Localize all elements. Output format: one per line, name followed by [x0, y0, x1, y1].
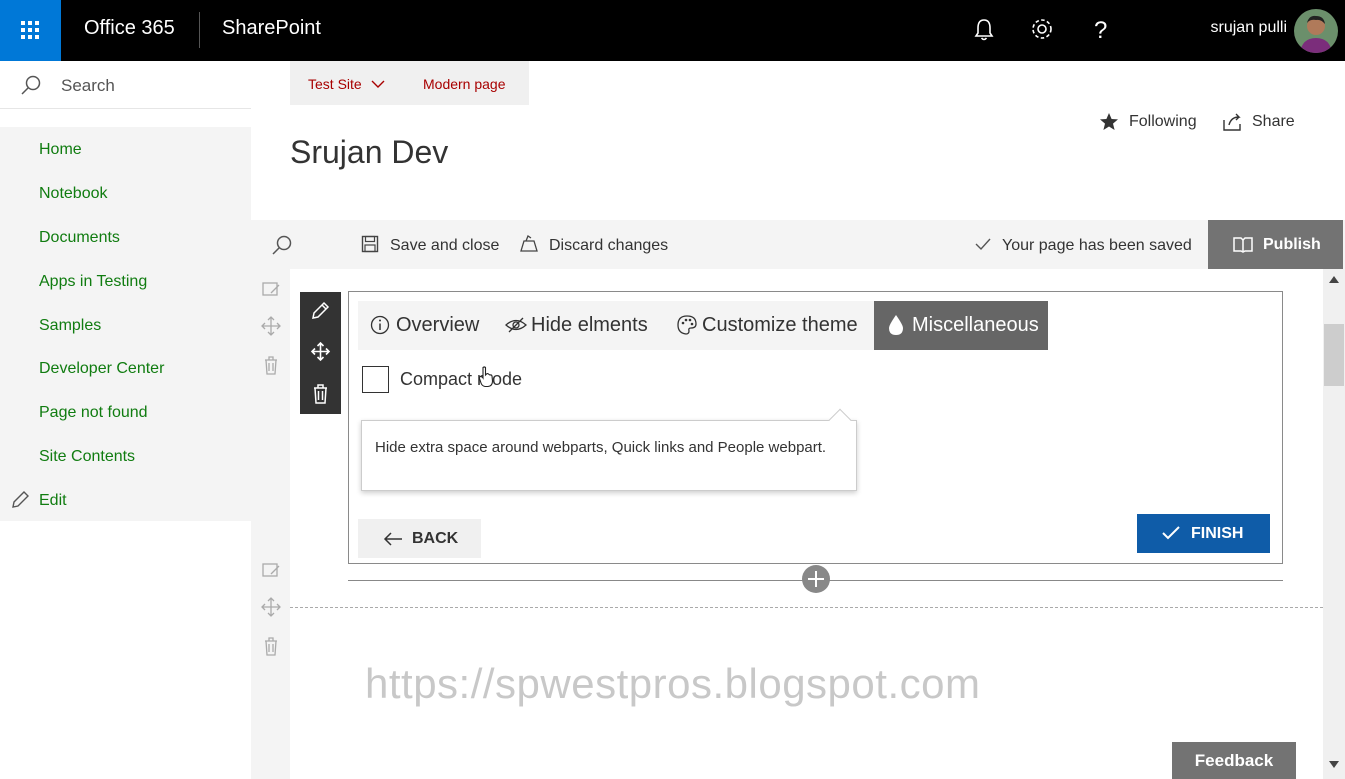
- breadcrumb-test-site[interactable]: Test Site: [308, 76, 362, 92]
- publish-button[interactable]: Publish: [1208, 220, 1343, 269]
- delete-section-icon[interactable]: [261, 355, 281, 375]
- command-bar: Save and close Discard changes Your page…: [251, 220, 1345, 269]
- tab-overview[interactable]: Overview: [358, 301, 498, 350]
- nav-item-page-not-found[interactable]: Page not found: [39, 404, 148, 422]
- add-webpart-button[interactable]: [802, 565, 830, 593]
- save-and-close-button[interactable]: Save and close: [390, 237, 499, 255]
- watermark-text: https://spwestpros.blogspot.com: [365, 660, 981, 707]
- site-breadcrumb-bar: Test Site Modern page: [290, 61, 529, 105]
- edit-section-icon[interactable]: [261, 560, 281, 580]
- app-launcher-waffle-icon[interactable]: [0, 0, 61, 61]
- pencil-icon: [12, 491, 29, 508]
- save-status: Your page has been saved: [1002, 237, 1192, 254]
- tooltip: Hide extra space around webparts, Quick …: [361, 408, 857, 491]
- share-icon[interactable]: [1222, 112, 1244, 132]
- user-name[interactable]: srujan pulli: [1211, 19, 1287, 37]
- nav-item-notebook[interactable]: Notebook: [39, 185, 108, 203]
- delete-section-icon[interactable]: [261, 636, 281, 656]
- finish-button[interactable]: FINISH: [1137, 514, 1270, 553]
- suite-divider: [199, 12, 200, 48]
- page-title: Srujan Dev: [290, 134, 449, 170]
- breadcrumb-modern-page[interactable]: Modern page: [423, 76, 506, 92]
- info-icon: [370, 315, 390, 335]
- discard-icon: [520, 235, 538, 252]
- edit-section-icon[interactable]: [261, 279, 281, 299]
- nav-item-site-contents[interactable]: Site Contents: [39, 448, 135, 466]
- scroll-up-arrow-icon[interactable]: [1329, 275, 1339, 283]
- scrollbar[interactable]: [1323, 269, 1345, 779]
- back-button[interactable]: BACK: [358, 519, 481, 558]
- nav-item-samples[interactable]: Samples: [39, 317, 101, 335]
- tab-miscellaneous-label: Miscellaneous: [912, 314, 1039, 336]
- search-icon: [21, 75, 41, 95]
- save-icon: [361, 235, 379, 253]
- tab-miscellaneous[interactable]: Miscellaneous: [874, 301, 1048, 350]
- avatar[interactable]: [1294, 9, 1338, 53]
- tab-customize-theme[interactable]: Customize theme: [666, 301, 874, 350]
- tab-customize-theme-label: Customize theme: [702, 314, 858, 336]
- share-button[interactable]: Share: [1252, 113, 1295, 131]
- compact-mode-label[interactable]: Compact mode: [400, 369, 522, 390]
- following-button[interactable]: Following: [1129, 113, 1197, 131]
- tab-hide-elements-label: Hide elments: [531, 314, 648, 336]
- edit-webpart-icon[interactable]: [310, 300, 331, 321]
- back-button-label: BACK: [412, 530, 459, 547]
- feedback-button[interactable]: Feedback: [1172, 742, 1296, 779]
- scroll-down-arrow-icon[interactable]: [1329, 761, 1339, 769]
- palette-icon: [677, 315, 697, 335]
- webpart-toolbar: [300, 292, 341, 414]
- scroll-thumb[interactable]: [1324, 324, 1344, 386]
- publish-label: Publish: [1263, 236, 1321, 253]
- search-placeholder: Search: [61, 76, 115, 95]
- tooltip-text: Hide extra space around webparts, Quick …: [375, 439, 827, 456]
- help-icon[interactable]: ?: [1084, 14, 1116, 46]
- hide-eye-icon: [505, 317, 527, 333]
- tab-hide-elements[interactable]: Hide elments: [498, 301, 666, 350]
- section-boundary: [290, 607, 1323, 608]
- bell-icon[interactable]: [968, 14, 1000, 46]
- hand-cursor-icon: [478, 366, 494, 388]
- checkmark-icon: [975, 238, 991, 251]
- nav-item-edit[interactable]: Edit: [39, 492, 67, 510]
- star-icon[interactable]: [1099, 112, 1119, 132]
- suite-bar: Office 365 SharePoint ? srujan pulli: [0, 0, 1345, 61]
- nav-item-documents[interactable]: Documents: [39, 229, 120, 247]
- move-webpart-icon[interactable]: [310, 341, 331, 362]
- finish-button-label: FINISH: [1191, 525, 1244, 542]
- svg-text:?: ?: [1094, 17, 1107, 44]
- chevron-down-icon[interactable]: [370, 78, 386, 90]
- drop-icon: [889, 315, 903, 335]
- arrow-left-icon: [383, 532, 402, 546]
- checkmark-icon: [1162, 526, 1180, 540]
- move-section-icon[interactable]: [261, 316, 281, 336]
- delete-webpart-icon[interactable]: [310, 383, 331, 404]
- nav-item-apps-in-testing[interactable]: Apps in Testing: [39, 273, 147, 291]
- tab-overview-label: Overview: [396, 314, 480, 336]
- wizard-tabs: Overview Hide elments Customize theme Mi…: [358, 301, 1048, 350]
- nav-list: Home Notebook Documents Apps in Testing …: [0, 127, 251, 521]
- book-icon: [1233, 237, 1253, 253]
- plus-icon: [808, 571, 824, 587]
- sharepoint-brand[interactable]: SharePoint: [222, 17, 321, 40]
- discard-changes-button[interactable]: Discard changes: [549, 237, 668, 255]
- office365-brand[interactable]: Office 365: [84, 17, 175, 40]
- compact-mode-checkbox[interactable]: [362, 366, 389, 393]
- search-box[interactable]: Search: [0, 61, 251, 109]
- left-navigation: Search Home Notebook Documents Apps in T…: [0, 61, 251, 779]
- gear-icon[interactable]: [1026, 14, 1058, 46]
- move-section-icon[interactable]: [261, 597, 281, 617]
- toolbox-search-icon[interactable]: [271, 234, 293, 256]
- nav-item-developer-center[interactable]: Developer Center: [39, 360, 164, 378]
- nav-item-home[interactable]: Home: [39, 141, 82, 159]
